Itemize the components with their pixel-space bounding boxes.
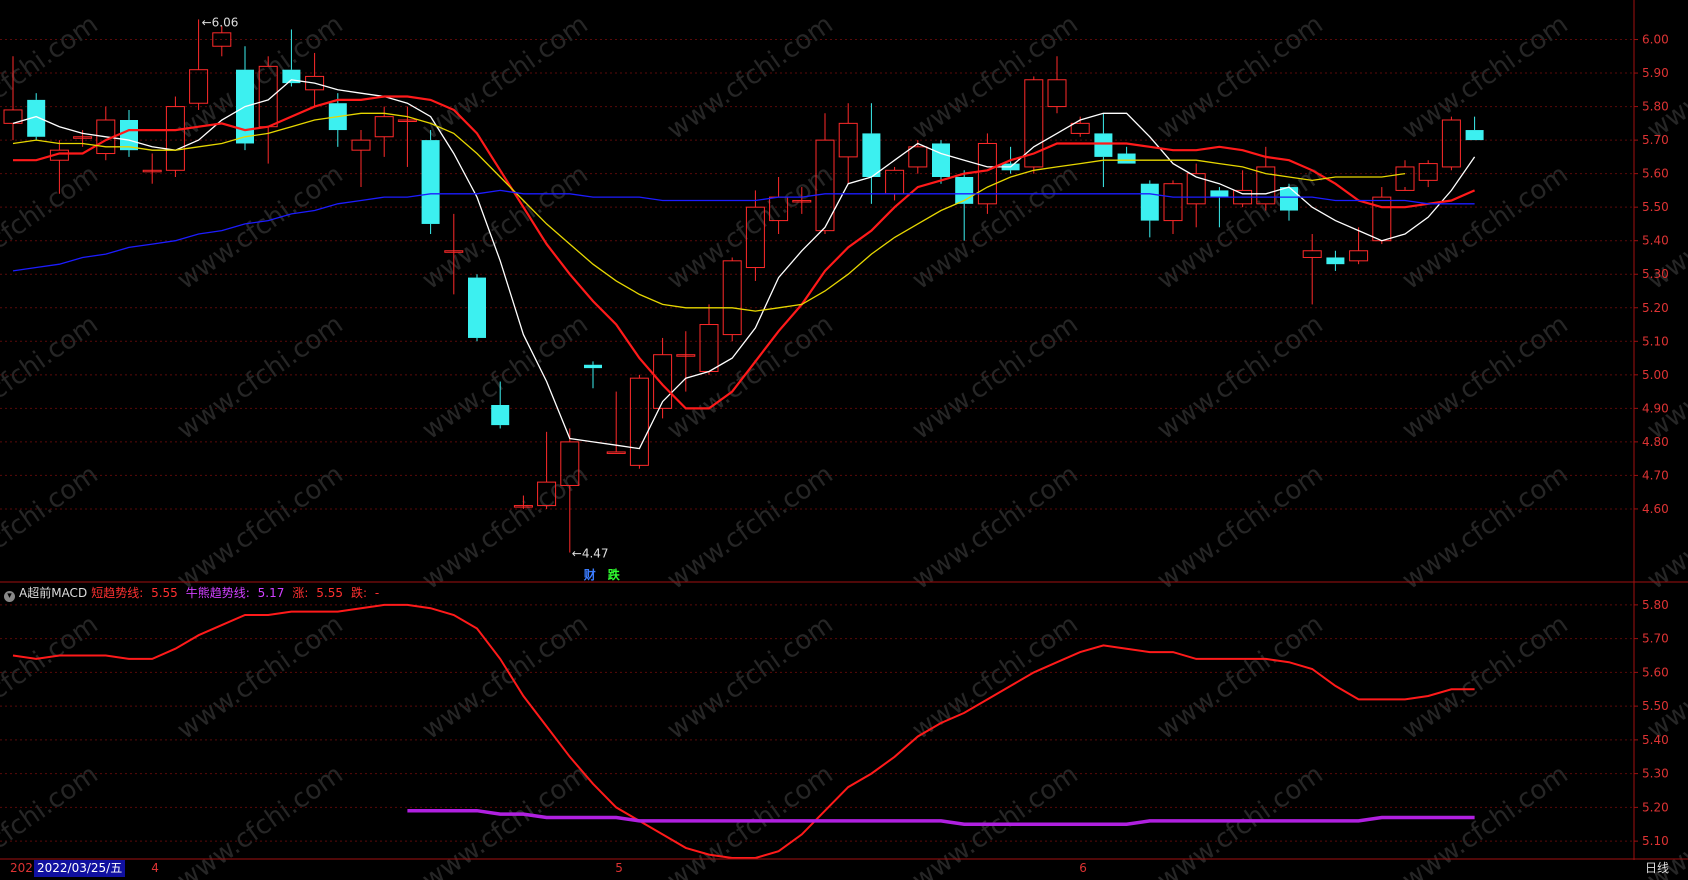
legend-short-trend: 短趋势线: 5.55	[91, 586, 178, 600]
legend-bull-bear-trend: 牛熊趋势线: 5.17	[185, 586, 285, 600]
y-tick-label: 5.60	[1642, 665, 1669, 679]
y-tick-label: 5.80	[1642, 100, 1669, 114]
y-tick-label: 5.40	[1642, 733, 1669, 747]
event-tag-drop[interactable]: 跌	[608, 566, 620, 583]
candle-body	[421, 140, 440, 224]
legend-down: 跌: -	[350, 586, 380, 600]
legend-up: 涨: 5.55	[292, 586, 343, 600]
gear-icon[interactable]: ▾	[4, 591, 15, 602]
candle	[421, 130, 440, 234]
candle-body	[120, 120, 138, 151]
y-tick-label: 5.40	[1642, 234, 1669, 248]
y-tick-label: 5.00	[1642, 368, 1669, 382]
y-tick-label: 5.70	[1642, 632, 1669, 646]
candle-body	[862, 133, 881, 177]
candle-body	[1140, 183, 1159, 221]
period-selector[interactable]: 日线	[1645, 860, 1669, 877]
y-tick-label: 4.70	[1642, 468, 1669, 482]
candle-body	[1465, 130, 1484, 141]
candle-body	[1326, 257, 1345, 265]
y-tick-label: 5.10	[1642, 334, 1669, 348]
candle-body	[491, 405, 510, 426]
event-tag-finance[interactable]: 财	[584, 566, 596, 583]
y-tick-label: 4.60	[1642, 502, 1669, 516]
y-tick-label: 5.80	[1642, 598, 1669, 612]
cursor-date-box: 2022/03/25/五	[34, 860, 126, 877]
y-tick-label: 5.20	[1642, 800, 1669, 814]
candle	[468, 274, 486, 342]
month-tick-label: 6	[1079, 861, 1087, 875]
indicator-legend: ▾ A超前MACD 短趋势线: 5.55 牛熊趋势线: 5.17 涨: 5.55 跌: -	[4, 584, 387, 602]
date-axis	[0, 859, 1688, 880]
y-tick-label: 4.90	[1642, 401, 1669, 415]
y-tick-label: 5.70	[1642, 133, 1669, 147]
y-tick-label: 5.30	[1642, 767, 1669, 781]
y-tick-label: 5.90	[1642, 66, 1669, 80]
year-stub-label: 202	[10, 861, 33, 875]
candle-body	[1117, 153, 1136, 164]
candle-body	[584, 364, 602, 369]
month-tick-label: 4	[151, 861, 159, 875]
stock-chart[interactable]: www.cfchi.com www.cfchi.com www.cfchi.com w…	[0, 0, 1688, 880]
y-tick-label: 5.50	[1642, 200, 1669, 214]
candle-body	[1210, 190, 1229, 198]
indicator-name[interactable]: A超前MACD	[19, 586, 87, 600]
y-tick-label: 5.30	[1642, 267, 1669, 281]
candle-body	[468, 277, 486, 338]
y-tick-label: 4.80	[1642, 435, 1669, 449]
y-tick-label: 6.00	[1642, 33, 1669, 47]
high-price-label: ←6.06	[202, 15, 239, 29]
y-tick-label: 5.50	[1642, 699, 1669, 713]
low-price-label: ←4.47	[572, 547, 609, 561]
candle-body	[1280, 187, 1298, 211]
candle-body	[932, 143, 950, 177]
y-tick-label: 5.60	[1642, 167, 1669, 181]
y-tick-label: 5.10	[1642, 834, 1669, 848]
y-tick-label: 5.20	[1642, 301, 1669, 315]
month-tick-label: 5	[615, 861, 623, 875]
candle-body	[1094, 133, 1113, 157]
